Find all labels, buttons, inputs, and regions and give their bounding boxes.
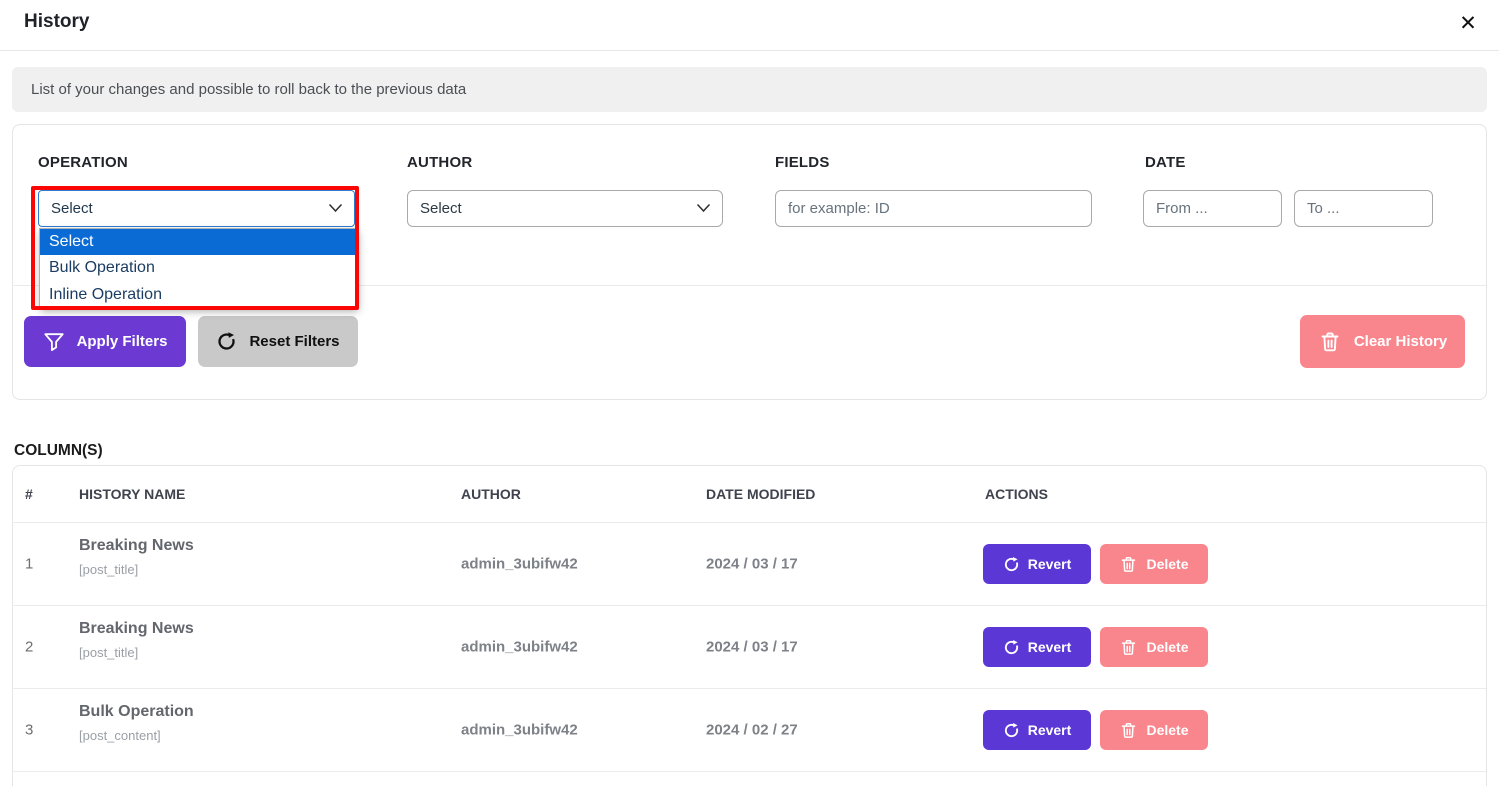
notice-text: List of your changes and possible to rol…	[31, 81, 466, 98]
date-label: DATE	[1145, 154, 1186, 171]
operation-option-inline[interactable]: Inline Operation	[40, 282, 355, 308]
operation-select-value: Select	[51, 200, 93, 217]
table-row: 3 Bulk Operation [post_content] admin_3u…	[13, 689, 1486, 772]
date-to-input[interactable]	[1294, 190, 1433, 227]
col-actions: ACTIONS	[985, 486, 1048, 502]
reset-filters-button[interactable]: Reset Filters	[198, 316, 358, 367]
date-from-input[interactable]	[1143, 190, 1282, 227]
page-title: History	[24, 11, 89, 33]
author-label: AUTHOR	[407, 154, 472, 171]
refresh-icon	[1003, 639, 1020, 656]
revert-button[interactable]: Revert	[983, 627, 1091, 667]
operation-dropdown: Select Bulk Operation Inline Operation	[39, 228, 356, 307]
history-field: [post_title]	[79, 645, 194, 660]
col-author: AUTHOR	[461, 486, 521, 502]
notice-banner: List of your changes and possible to rol…	[12, 67, 1487, 112]
date-cell: 2024 / 02 / 27	[706, 722, 798, 739]
history-table: # HISTORY NAME AUTHOR DATE MODIFIED ACTI…	[12, 465, 1487, 786]
refresh-icon	[216, 331, 237, 352]
delete-button[interactable]: Delete	[1100, 710, 1208, 750]
revert-button[interactable]: Revert	[983, 710, 1091, 750]
operation-option-select[interactable]: Select	[40, 229, 355, 255]
history-name-cell: Bulk Operation [post_content]	[79, 703, 194, 743]
history-name-cell: Breaking News [post_title]	[79, 620, 194, 660]
table-row: 1 Breaking News [post_title] admin_3ubif…	[13, 523, 1486, 606]
revert-button[interactable]: Revert	[983, 544, 1091, 584]
history-name: Breaking News	[79, 537, 194, 555]
table-row: 2 Breaking News [post_title] admin_3ubif…	[13, 606, 1486, 689]
fields-label: FIELDS	[775, 154, 830, 171]
table-row-partial	[13, 772, 1486, 786]
history-name: Breaking News	[79, 620, 194, 638]
chevron-down-icon	[329, 204, 342, 213]
author-cell: admin_3ubifw42	[461, 722, 578, 739]
author-cell: admin_3ubifw42	[461, 556, 578, 573]
delete-button[interactable]: Delete	[1100, 544, 1208, 584]
date-cell: 2024 / 03 / 17	[706, 639, 798, 656]
trash-icon	[1119, 555, 1138, 574]
history-name: Bulk Operation	[79, 703, 194, 721]
date-cell: 2024 / 03 / 17	[706, 556, 798, 573]
author-select[interactable]: Select	[407, 190, 723, 227]
clear-history-button[interactable]: Clear History	[1300, 315, 1465, 368]
operation-select[interactable]: Select	[38, 190, 355, 227]
refresh-icon	[1003, 722, 1020, 739]
col-date-modified: DATE MODIFIED	[706, 486, 815, 502]
col-history-name: HISTORY NAME	[79, 486, 185, 502]
row-number: 3	[25, 722, 33, 739]
author-select-value: Select	[420, 200, 462, 217]
table-header-row: # HISTORY NAME AUTHOR DATE MODIFIED ACTI…	[13, 466, 1486, 523]
col-number: #	[25, 486, 33, 502]
history-modal: History ✕ List of your changes and possi…	[0, 0, 1499, 786]
header-divider	[0, 50, 1499, 51]
apply-filters-button[interactable]: Apply Filters	[24, 316, 186, 367]
filter-icon	[43, 331, 65, 353]
history-name-cell: Breaking News [post_title]	[79, 537, 194, 577]
close-icon[interactable]: ✕	[1450, 6, 1486, 42]
row-number: 1	[25, 556, 33, 573]
chevron-down-icon	[697, 204, 710, 213]
trash-icon	[1119, 638, 1138, 657]
trash-icon	[1318, 330, 1342, 354]
author-cell: admin_3ubifw42	[461, 639, 578, 656]
operation-option-bulk[interactable]: Bulk Operation	[40, 255, 355, 281]
fields-input[interactable]	[775, 190, 1092, 227]
history-field: [post_content]	[79, 728, 194, 743]
row-number: 2	[25, 639, 33, 656]
refresh-icon	[1003, 556, 1020, 573]
delete-button[interactable]: Delete	[1100, 627, 1208, 667]
columns-section-label: COLUMN(S)	[14, 442, 103, 460]
trash-icon	[1119, 721, 1138, 740]
operation-label: OPERATION	[38, 154, 128, 171]
history-field: [post_title]	[79, 562, 194, 577]
